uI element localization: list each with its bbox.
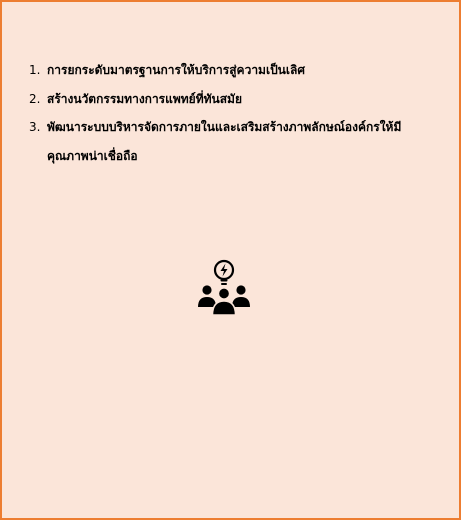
team-idea-icon [194,257,254,317]
goal-text: สร้างนวัตกรรมทางการแพทย์ที่ทันสมัย [47,91,242,106]
goal-number: 1. [29,63,41,77]
goal-number: 2. [29,91,41,106]
goal-list: 1. การยกระดับมาตรฐานการให้บริการสู่ความเ… [29,56,439,170]
goal-number: 3. [29,120,41,134]
goal-item-1: 1. การยกระดับมาตรฐานการให้บริการสู่ความเ… [29,56,439,85]
goal-text: การยกระดับมาตรฐานการให้บริการสู่ความเป็น… [47,63,305,77]
slide: 1. การยกระดับมาตรฐานการให้บริการสู่ความเ… [0,0,461,520]
goal-item-2: 2. สร้างนวัตกรรมทางการแพทย์ที่ทันสมัย [29,85,439,114]
goal-text: พัฒนาระบบบริหารจัดการภายในและเสริมสร้างภ… [47,120,402,163]
goal-item-3: 3. พัฒนาระบบบริหารจัดการภายในและเสริมสร้… [29,113,439,170]
